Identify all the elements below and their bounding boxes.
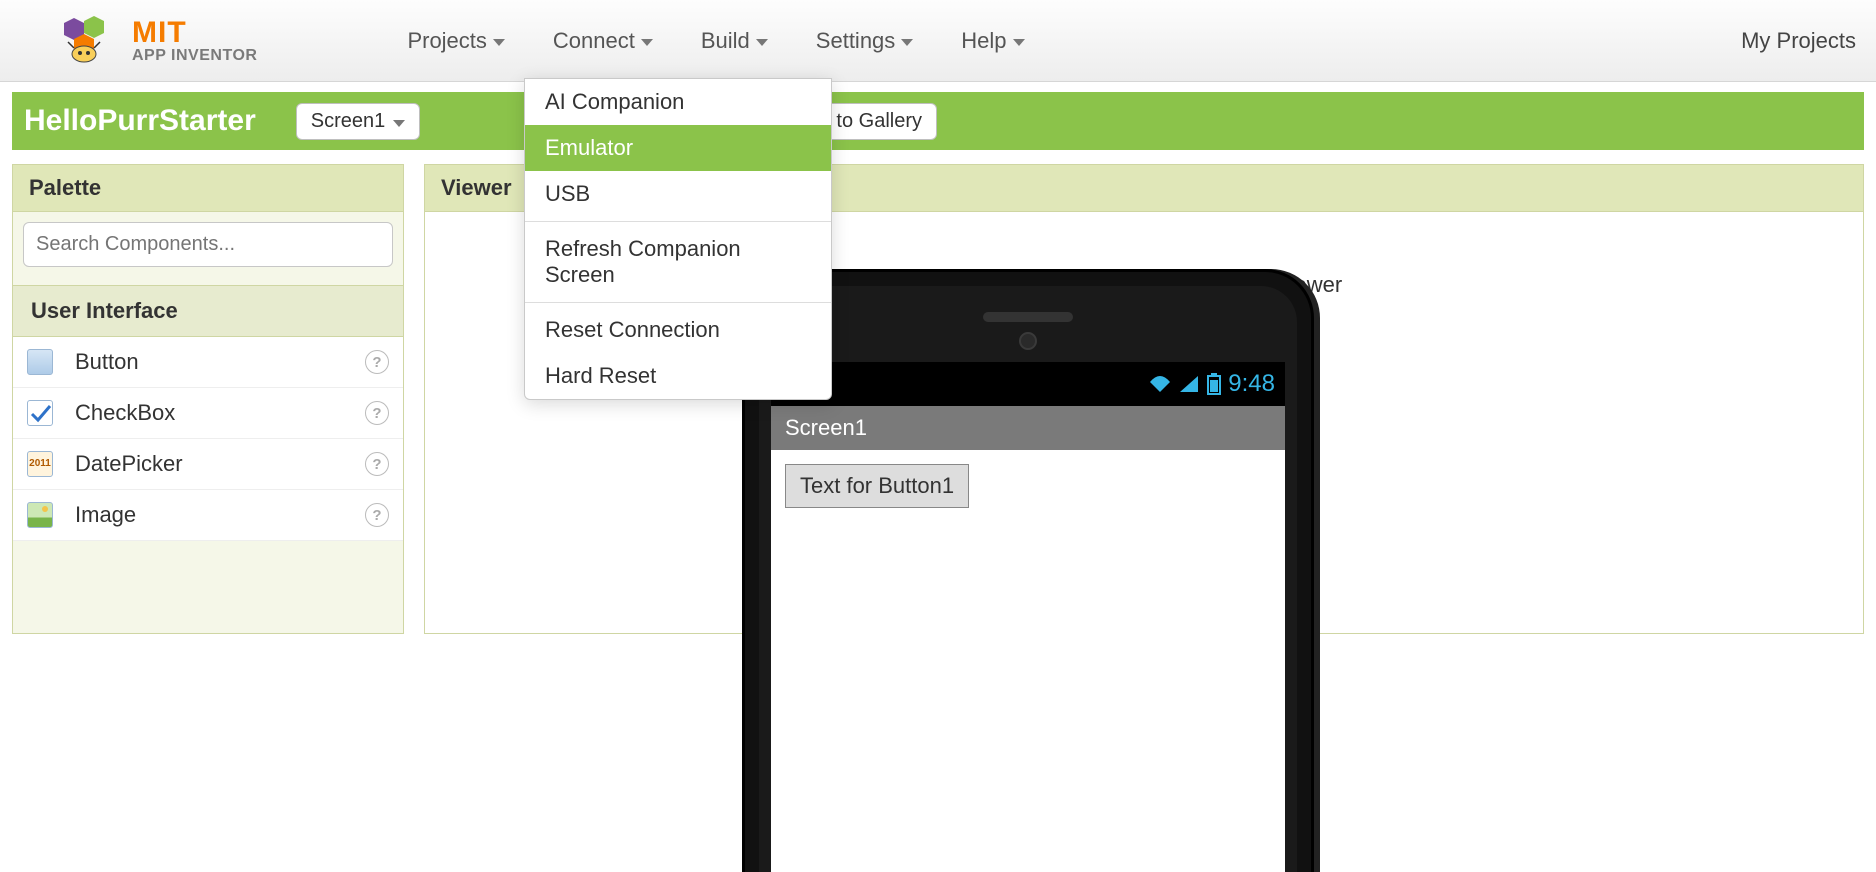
menu-help[interactable]: Help xyxy=(961,28,1024,54)
calendar-icon: 2011 xyxy=(27,451,53,477)
project-title: HelloPurrStarter xyxy=(24,104,256,138)
dropdown-emulator[interactable]: Emulator xyxy=(525,125,831,171)
logo-mit-text: MIT xyxy=(132,18,257,48)
palette-panel: Palette User Interface Button ? CheckBox… xyxy=(12,164,404,634)
dropdown-hard-reset[interactable]: Hard Reset xyxy=(525,353,831,399)
app-logo: MIT APP INVENTOR xyxy=(60,14,257,68)
palette-item-datepicker[interactable]: 2011 DatePicker ? xyxy=(13,439,403,490)
status-time: 9:48 xyxy=(1228,370,1275,398)
logo-sub-text: APP INVENTOR xyxy=(132,48,257,64)
menu-projects-label: Projects xyxy=(407,28,486,54)
caret-down-icon xyxy=(1013,39,1025,46)
menu-help-label: Help xyxy=(961,28,1006,54)
search-components-input[interactable] xyxy=(23,222,393,267)
menu-projects[interactable]: Projects xyxy=(407,28,504,54)
palette-item-label: Image xyxy=(75,502,136,528)
menu-connect[interactable]: Connect xyxy=(553,28,653,54)
checkbox-icon xyxy=(27,400,53,426)
dropdown-reset-connection[interactable]: Reset Connection xyxy=(525,307,831,353)
palette-header: Palette xyxy=(13,165,403,212)
menu-build[interactable]: Build xyxy=(701,28,768,54)
help-icon[interactable]: ? xyxy=(365,503,389,527)
battery-icon xyxy=(1206,373,1222,395)
android-status-bar: 9:48 xyxy=(771,362,1285,406)
project-bar: HelloPurrStarter Screen1 Publish to Gall… xyxy=(12,92,1864,150)
phone-screen: 9:48 Screen1 Text for Button1 xyxy=(771,362,1285,872)
caret-down-icon xyxy=(756,39,768,46)
caret-down-icon xyxy=(901,39,913,46)
caret-down-icon xyxy=(493,39,505,46)
palette-item-label: CheckBox xyxy=(75,400,175,426)
menu-build-label: Build xyxy=(701,28,750,54)
logo-icon xyxy=(60,14,122,68)
palette-item-label: DatePicker xyxy=(75,451,183,477)
palette-item-button[interactable]: Button ? xyxy=(13,337,403,388)
dropdown-usb[interactable]: USB xyxy=(525,171,831,217)
help-icon[interactable]: ? xyxy=(365,350,389,374)
screen-title-text: Screen1 xyxy=(785,415,867,441)
menu-connect-label: Connect xyxy=(553,28,635,54)
help-icon[interactable]: ? xyxy=(365,401,389,425)
palette-section-user-interface[interactable]: User Interface xyxy=(13,285,403,337)
component-list: Button ? CheckBox ? 2011 DatePicker ? Im… xyxy=(13,337,403,541)
dropdown-separator xyxy=(525,221,831,222)
image-icon xyxy=(27,502,53,528)
screen-title-bar: Screen1 xyxy=(771,406,1285,450)
caret-down-icon xyxy=(641,39,653,46)
dropdown-refresh-companion[interactable]: Refresh Companion Screen xyxy=(525,226,831,298)
phone-speaker-icon xyxy=(983,312,1073,322)
preview-button1[interactable]: Text for Button1 xyxy=(785,464,969,508)
signal-icon xyxy=(1178,374,1200,394)
palette-item-checkbox[interactable]: CheckBox ? xyxy=(13,388,403,439)
menu-settings-label: Settings xyxy=(816,28,896,54)
palette-item-label: Button xyxy=(75,349,139,375)
button-icon xyxy=(27,349,53,375)
phone-camera-icon xyxy=(1019,332,1037,350)
wifi-icon xyxy=(1148,374,1172,394)
caret-down-icon xyxy=(393,120,405,127)
dropdown-separator xyxy=(525,302,831,303)
screen-selector[interactable]: Screen1 xyxy=(296,103,421,140)
workspace-panels: Palette User Interface Button ? CheckBox… xyxy=(12,164,1864,634)
help-icon[interactable]: ? xyxy=(365,452,389,476)
top-nav: MIT APP INVENTOR Projects Connect Build … xyxy=(0,0,1876,82)
connect-dropdown: AI Companion Emulator USB Refresh Compan… xyxy=(524,78,832,400)
screen-selector-label: Screen1 xyxy=(311,110,386,133)
dropdown-ai-companion[interactable]: AI Companion xyxy=(525,79,831,125)
palette-item-image[interactable]: Image ? xyxy=(13,490,403,541)
my-projects-link[interactable]: My Projects xyxy=(1741,28,1856,54)
app-canvas[interactable]: Text for Button1 xyxy=(771,450,1285,522)
main-menu: Projects Connect Build Settings Help xyxy=(407,28,1024,54)
menu-settings[interactable]: Settings xyxy=(816,28,914,54)
